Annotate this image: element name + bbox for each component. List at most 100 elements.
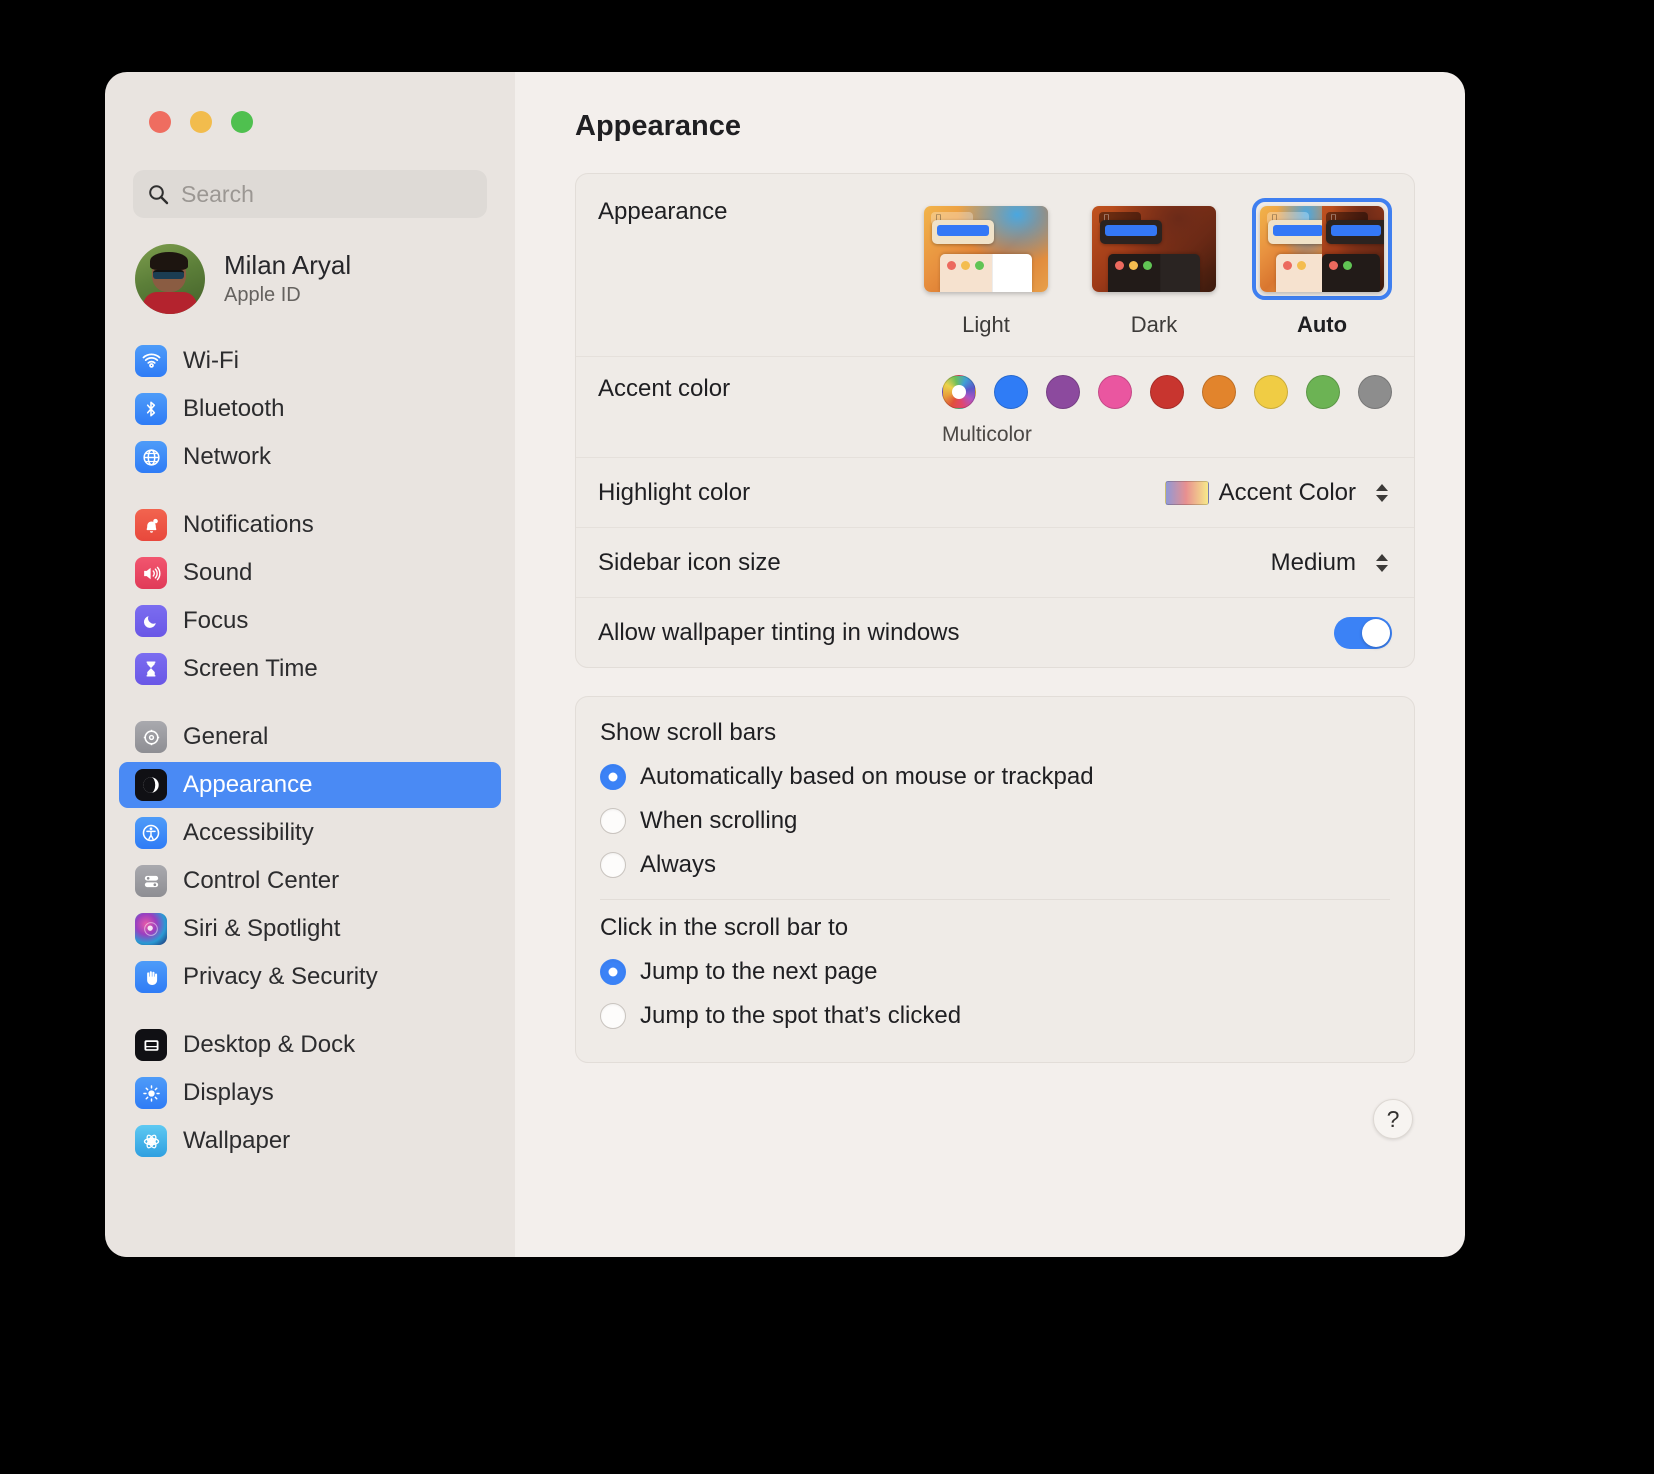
privacy-icon [135, 961, 167, 993]
close-button[interactable] [149, 111, 171, 133]
sidebar-nav: Wi-Fi Bluetooth Network Notifications So… [105, 338, 515, 1164]
sidebar-item-label: Notifications [183, 511, 314, 538]
general-icon [135, 721, 167, 753]
sidebar-item-bluetooth[interactable]: Bluetooth [119, 386, 501, 432]
network-icon [135, 441, 167, 473]
radio-click-spot-clicked[interactable]: Jump to the spot that’s clicked [600, 994, 1390, 1038]
accent-color-label: Accent color [598, 375, 731, 402]
sidebar-item-displays[interactable]: Displays [119, 1070, 501, 1116]
sidebar-item-privacy-security[interactable]: Privacy & Security [119, 954, 501, 1000]
search-field[interactable] [133, 170, 487, 218]
sidebar-item-wallpaper[interactable]: Wallpaper [119, 1118, 501, 1164]
sidebar-icon-size-popup[interactable]: Medium [1271, 547, 1392, 579]
accent-swatches [942, 375, 1392, 409]
appearance-row: Appearance  [576, 174, 1414, 356]
radio-label: Automatically based on mouse or trackpad [640, 763, 1094, 790]
gradient-swatch-icon [1164, 480, 1209, 505]
appearance-option-dark[interactable]:  [1084, 198, 1224, 338]
notifications-icon [135, 509, 167, 541]
radio-button[interactable] [600, 764, 626, 790]
radio-scrollbars-when-scrolling[interactable]: When scrolling [600, 799, 1390, 843]
appearance-options:  [916, 198, 1392, 338]
accent-swatch-blue[interactable] [994, 375, 1028, 409]
accent-swatch-purple[interactable] [1046, 375, 1080, 409]
sidebar-item-sound[interactable]: Sound [119, 550, 501, 596]
sidebar-icon-size-row: Sidebar icon size Medium [576, 527, 1414, 597]
sidebar-item-general[interactable]: General [119, 714, 501, 760]
accent-swatch-graphite[interactable] [1358, 375, 1392, 409]
sidebar-item-label: Displays [183, 1079, 274, 1106]
sidebar-item-accessibility[interactable]: Accessibility [119, 810, 501, 856]
siri-icon [135, 913, 167, 945]
sidebar-item-label: Accessibility [183, 819, 314, 846]
wallpaper-icon [135, 1125, 167, 1157]
sidebar-item-control-center[interactable]: Control Center [119, 858, 501, 904]
appearance-option-auto[interactable]:   [1252, 198, 1392, 338]
radio-button[interactable] [600, 959, 626, 985]
radio-label: Always [640, 851, 717, 878]
sidebar-icon-size-label: Sidebar icon size [598, 548, 781, 576]
scroll-bars-card: Show scroll bars Automatically based on … [575, 696, 1415, 1063]
accent-swatch-multicolor[interactable] [942, 375, 976, 409]
control-center-icon [135, 865, 167, 897]
sidebar-item-label: Wallpaper [183, 1127, 291, 1154]
scroll-click-title: Click in the scroll bar to [600, 914, 849, 941]
wallpaper-tinting-toggle[interactable] [1334, 616, 1392, 649]
divider [600, 899, 1390, 900]
radio-click-next-page[interactable]: Jump to the next page [600, 950, 1390, 994]
radio-scrollbars-always[interactable]: Always [600, 843, 1390, 887]
scroll-bars-title: Show scroll bars [600, 719, 777, 746]
chevron-updown-icon[interactable] [1372, 477, 1392, 509]
help-button[interactable]: ? [1373, 1099, 1413, 1139]
sidebar-item-label: Privacy & Security [183, 963, 378, 990]
accent-swatch-green[interactable] [1306, 375, 1340, 409]
sidebar-item-network[interactable]: Network [119, 434, 501, 480]
screen-time-icon [135, 653, 167, 685]
sidebar-item-label: Desktop & Dock [183, 1031, 356, 1058]
bluetooth-icon [135, 393, 167, 425]
radio-button[interactable] [600, 808, 626, 834]
sidebar-item-wi-fi[interactable]: Wi-Fi [119, 338, 501, 384]
appearance-option-light[interactable]:  [916, 198, 1056, 338]
sidebar-item-label: Network [183, 443, 272, 470]
radio-button[interactable] [600, 852, 626, 878]
sidebar-item-label: Siri & Spotlight [183, 915, 341, 942]
minimize-button[interactable] [190, 111, 212, 133]
displays-icon [135, 1077, 167, 1109]
sidebar-item-desktop-dock[interactable]: Desktop & Dock [119, 1022, 501, 1068]
accent-color-row: Accent color Multicolor [576, 356, 1414, 457]
sidebar-item-label: Sound [183, 559, 253, 586]
sidebar-fade [105, 1241, 515, 1257]
radio-label: When scrolling [640, 807, 798, 834]
radio-button[interactable] [600, 1003, 626, 1029]
appearance-option-label: Auto [1296, 312, 1348, 337]
highlight-color-popup[interactable]: Accent Color [1164, 477, 1392, 509]
chevron-updown-icon[interactable] [1372, 547, 1392, 579]
sound-icon [135, 557, 167, 589]
avatar [135, 244, 205, 314]
accent-swatch-yellow[interactable] [1254, 375, 1288, 409]
accent-swatch-pink[interactable] [1098, 375, 1132, 409]
sidebar-item-focus[interactable]: Focus [119, 598, 501, 644]
zoom-button[interactable] [231, 111, 253, 133]
sidebar-group-desktop: Desktop & Dock Displays Wallpaper [105, 1022, 515, 1164]
wallpaper-tinting-row: Allow wallpaper tinting in windows [576, 597, 1414, 667]
sidebar-item-siri-spotlight[interactable]: Siri & Spotlight [119, 906, 501, 952]
profile-name: Milan Aryal [224, 250, 352, 281]
sidebar-item-appearance[interactable]: Appearance [119, 762, 501, 808]
toggle-knob [1362, 618, 1390, 647]
appearance-label: Appearance [598, 198, 728, 225]
sidebar-item-label: Wi-Fi [183, 347, 239, 374]
search-input[interactable] [181, 180, 473, 208]
radio-scrollbars-automatic[interactable]: Automatically based on mouse or trackpad [600, 755, 1390, 799]
highlight-color-value: Accent Color [1218, 478, 1356, 506]
apple-id-profile[interactable]: Milan Aryal Apple ID [135, 244, 515, 314]
sidebar-item-notifications[interactable]: Notifications [119, 502, 501, 548]
sidebar-icon-size-value: Medium [1270, 548, 1356, 576]
desktop-dock-icon [135, 1029, 167, 1061]
accent-swatch-orange[interactable] [1202, 375, 1236, 409]
sidebar-item-label: Appearance [183, 771, 313, 798]
accent-swatch-red[interactable] [1150, 375, 1184, 409]
sidebar-item-screen-time[interactable]: Screen Time [119, 646, 501, 692]
appearance-icon [135, 769, 167, 801]
